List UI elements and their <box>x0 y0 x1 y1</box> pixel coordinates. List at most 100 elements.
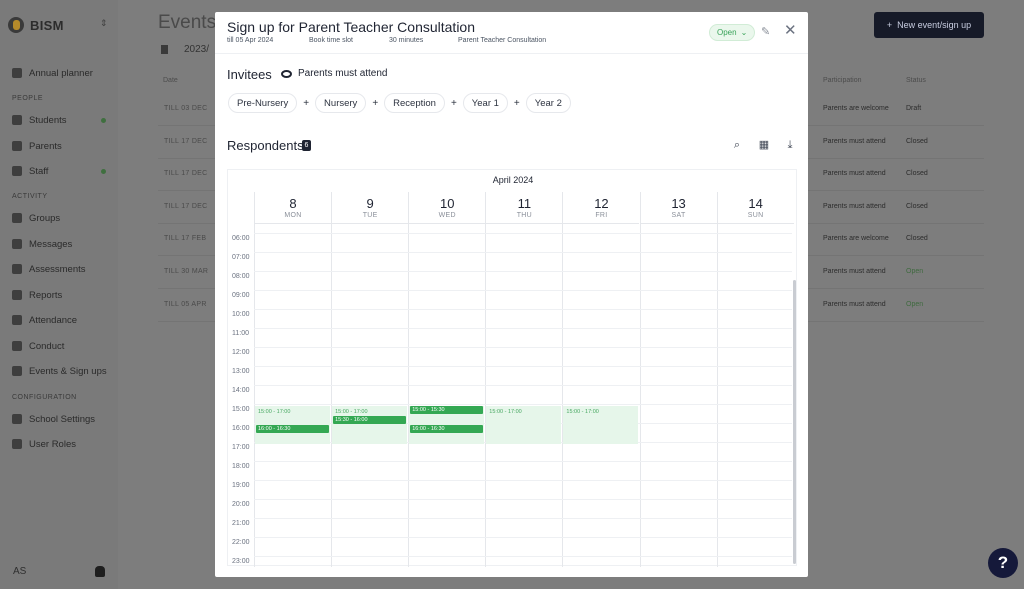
hour-line <box>254 328 792 329</box>
week-calendar: April 2024 8 MON 9 TUE 10 WED 11 THU 12 FRI 13 SAT 1… <box>227 169 797 567</box>
sidebar-item[interactable]: School Settings <box>12 410 112 428</box>
sidebar-item[interactable]: Annual planner <box>12 64 112 82</box>
day-column[interactable] <box>408 224 485 567</box>
hour-label: 06:00 <box>232 235 250 242</box>
sidebar-item[interactable]: Parents <box>12 137 112 155</box>
day-column[interactable] <box>716 224 794 567</box>
invitee-chip[interactable]: Pre-Nursery <box>228 93 298 113</box>
edit-icon[interactable]: ✎ <box>761 26 773 38</box>
sidebar-item-label: Conduct <box>29 340 65 352</box>
sidebar-item-label: Assessments <box>29 263 86 275</box>
sidebar-item-label: Annual planner <box>29 67 93 79</box>
row-date: TILL 05 APR <box>164 300 207 308</box>
day-column[interactable] <box>254 224 331 567</box>
sidebar-item[interactable]: Messages <box>12 235 112 253</box>
user-avatar[interactable]: AS <box>13 566 26 577</box>
sidebar: BISM ⇕ Annual planner PEOPLE Students Paren… <box>0 0 118 589</box>
nav-icon <box>12 166 22 176</box>
sidebar-item[interactable]: User Roles <box>12 435 112 453</box>
help-button[interactable]: ? <box>988 548 1018 578</box>
row-date: TILL 03 DEC <box>164 105 208 112</box>
day-name: THU <box>516 212 532 219</box>
modal-title: Sign up for Parent Teacher Consultation <box>227 19 476 35</box>
new-event-button[interactable]: + New event/sign up <box>874 12 984 38</box>
year-label: 2023/ <box>184 44 210 55</box>
day-header: 13 SAT <box>639 192 717 224</box>
day-column[interactable] <box>639 224 717 567</box>
close-icon[interactable]: ✕ <box>784 23 798 38</box>
invitee-chip[interactable]: Nursery <box>315 93 367 113</box>
day-name: FRI <box>595 212 608 219</box>
year-selector[interactable]: 2023/ <box>161 44 209 55</box>
brand-name: BISM <box>30 17 64 33</box>
hour-line <box>254 385 792 386</box>
row-status: Open <box>906 300 924 308</box>
hour-label: 20:00 <box>232 501 250 508</box>
nav-icon <box>12 141 22 151</box>
hour-label: 13:00 <box>232 368 250 375</box>
sidebar-item-label: Students <box>29 114 67 126</box>
sidebar-item-label: Messages <box>29 238 73 250</box>
booked-slot[interactable]: 16:00 - 16:30 <box>410 425 484 433</box>
day-number: 9 <box>366 196 374 211</box>
hour-label: 22:00 <box>232 539 250 546</box>
sidebar-item[interactable]: Conduct <box>12 337 112 355</box>
nav-icon <box>12 414 22 424</box>
sidebar-item[interactable]: Groups <box>12 209 112 227</box>
availability-label: 15:00 - 17:00 <box>489 409 522 415</box>
hour-line <box>254 537 792 538</box>
plus-icon: + <box>372 97 379 109</box>
sidebar-item[interactable]: Students <box>12 111 112 129</box>
calendar-month: April 2024 <box>492 175 534 185</box>
nav-icon <box>12 213 22 223</box>
booked-slot[interactable]: 16:00 - 16:30 <box>256 425 330 433</box>
booked-slot[interactable]: 15:30 - 16:00 <box>333 415 407 424</box>
nav-section-label: ACTIVITY <box>12 193 48 200</box>
bell-icon[interactable] <box>95 566 105 577</box>
day-column[interactable] <box>562 224 639 567</box>
brand[interactable]: BISM <box>8 17 64 33</box>
row-attendance: Parents are welcome <box>823 105 889 112</box>
day-column[interactable] <box>485 224 562 567</box>
visibility-icon <box>281 69 292 78</box>
page-title: Events <box>158 12 217 33</box>
calendar-view-icon[interactable]: ▦ <box>758 139 770 151</box>
nav-icon <box>12 115 22 125</box>
row-status: Closed <box>906 202 928 210</box>
row-date: TILL 30 MAR <box>164 268 209 275</box>
row-date: TILL 17 DEC <box>164 137 208 145</box>
nav-icon <box>12 239 22 249</box>
expand-icon[interactable]: ⇕ <box>100 18 108 29</box>
sidebar-item-label: Groups <box>29 212 61 224</box>
hour-line <box>254 480 792 481</box>
meta-category: Parent Teacher Consultation <box>458 37 547 44</box>
sidebar-item[interactable]: Assessments <box>12 260 112 278</box>
invitee-chip[interactable]: Reception <box>384 93 445 113</box>
sidebar-item[interactable]: Reports <box>12 286 112 304</box>
availability-label: 15:00 - 17:00 <box>258 409 291 415</box>
hour-line <box>254 271 792 272</box>
day-name: WED <box>438 212 456 219</box>
plus-icon: + <box>513 97 520 109</box>
booked-slot[interactable]: 15:00 - 15:30 <box>410 406 484 414</box>
nav-section-label: CONFIGURATION <box>12 394 77 401</box>
sidebar-item[interactable]: Staff <box>12 162 112 180</box>
status-dropdown[interactable]: Open ⌄ <box>709 24 756 41</box>
day-number: 12 <box>594 196 609 211</box>
day-column[interactable] <box>331 224 408 567</box>
invitee-chip[interactable]: Year 2 <box>525 93 571 113</box>
download-icon[interactable]: ⤓ <box>784 139 796 151</box>
plus-icon: + <box>303 97 310 109</box>
hour-label: 23:00 <box>232 558 250 565</box>
row-attendance: Parents must attend <box>823 300 886 308</box>
hour-label: 17:00 <box>232 444 250 451</box>
attendance-label: Parents must attend <box>298 68 388 79</box>
invitee-chip[interactable]: Year 1 <box>462 93 508 113</box>
day-number: 8 <box>289 196 297 211</box>
row-date: TILL 17 DEC <box>164 202 208 210</box>
sidebar-item[interactable]: Attendance <box>12 311 112 329</box>
row-attendance: Parents must attend <box>823 137 886 145</box>
availability-label: 15:00 - 17:00 <box>335 409 368 415</box>
search-icon[interactable]: ⌕ <box>731 139 743 151</box>
sidebar-item[interactable]: Events & Sign ups <box>12 362 112 380</box>
